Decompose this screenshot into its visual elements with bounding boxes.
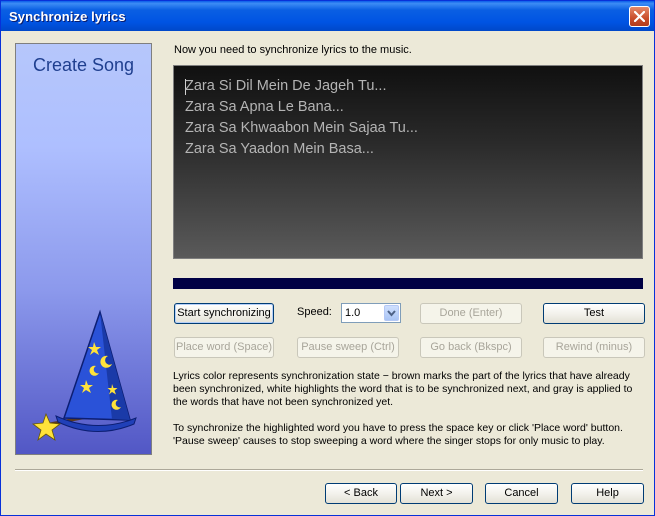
next-button[interactable]: Next > [400,483,473,504]
place-word-button[interactable]: Place word (Space) [174,337,274,358]
rewind-button[interactable]: Rewind (minus) [543,337,645,358]
wizard-sidebar: Create Song [15,43,152,455]
speed-select[interactable]: 1.0 [341,303,401,323]
back-arrow-text: < [344,487,354,499]
speed-value: 1.0 [345,307,361,319]
speed-label: Speed: [297,306,332,318]
lyrics-display[interactable]: Zara Si Dil Mein De Jageh Tu... Zara Sa … [173,65,643,259]
lyric-line: Zara Sa Khwaabon Mein Sajaa Tu... [185,120,418,136]
sync-help-text: To synchronize the highlighted word you … [173,422,623,447]
chevron-down-icon [387,310,396,317]
sync-progress-bar [173,278,643,289]
lyric-line: Zara Si Dil Mein De Jageh Tu... [185,78,387,94]
cancel-button[interactable]: Cancel [485,483,558,504]
go-back-button[interactable]: Go back (Bkspc) [420,337,522,358]
window-title: Synchronize lyrics [9,9,126,24]
lyric-line: Zara Sa Yaadon Mein Basa... [185,141,374,157]
test-button[interactable]: Test [543,303,645,324]
wizard-hat-icon [31,309,137,442]
title-bar[interactable]: Synchronize lyrics [1,1,654,31]
footer-separator [15,469,643,471]
back-button[interactable]: < Back [325,483,397,504]
dropdown-arrow-icon[interactable] [384,305,399,321]
color-legend-text: Lyrics color represents synchronization … [173,370,633,408]
pause-sweep-button[interactable]: Pause sweep (Ctrl) [297,337,399,358]
close-icon [634,11,645,22]
instruction-text: Now you need to synchronize lyrics to th… [174,44,412,56]
start-synchronizing-button[interactable]: Start synchronizing [174,303,274,324]
dialog-window: Synchronize lyrics Create Song Now you n… [0,0,655,516]
done-button[interactable]: Done (Enter) [420,303,522,324]
lyric-line: Zara Sa Apna Le Bana... [185,99,344,115]
help-button[interactable]: Help [571,483,644,504]
close-button[interactable] [629,6,650,27]
back-label: Back [353,487,378,499]
